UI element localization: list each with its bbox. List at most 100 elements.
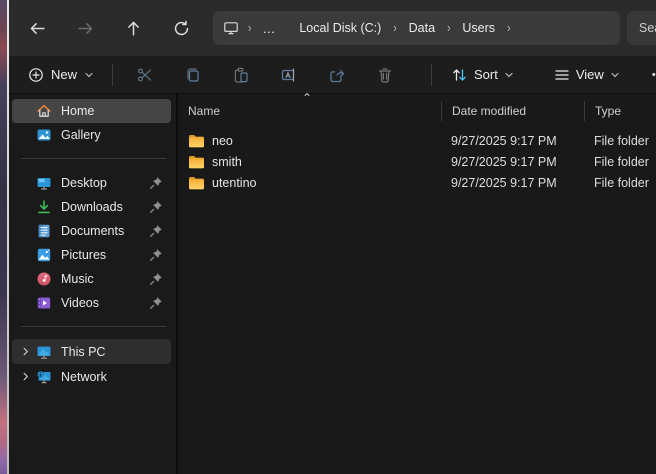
expand-chevron-icon[interactable]: [21, 347, 36, 356]
breadcrumb[interactable]: › … Local Disk (C:) › Data › Users ›: [213, 11, 620, 45]
documents-icon: [36, 223, 52, 239]
copy-button[interactable]: [175, 60, 211, 90]
view-button[interactable]: View: [545, 62, 629, 87]
this-pc-icon: [36, 344, 52, 360]
sidebar-item-documents[interactable]: Documents: [12, 219, 171, 243]
sort-ascending-indicator: ⌃: [302, 91, 312, 105]
downloads-icon: [36, 199, 52, 215]
paste-button[interactable]: [223, 60, 259, 90]
copy-icon: [184, 66, 202, 84]
file-list-pane: ⌃ Name Date modified Type neo 9/27/2025 …: [178, 94, 656, 474]
chevron-right-icon: ›: [498, 21, 519, 35]
music-icon: [36, 271, 52, 287]
sidebar-item-pictures[interactable]: Pictures: [12, 243, 171, 267]
desktop-icon: [36, 175, 52, 191]
search-box[interactable]: [627, 11, 656, 45]
breadcrumb-item-users[interactable]: Users: [459, 19, 498, 37]
view-button-label: View: [576, 67, 604, 82]
sort-button[interactable]: Sort: [442, 62, 523, 88]
folder-icon: [188, 176, 205, 190]
sidebar-item-label: Music: [61, 272, 149, 286]
back-button[interactable]: [20, 11, 54, 45]
file-date-modified: 9/27/2025 9:17 PM: [441, 176, 584, 190]
sidebar-item-downloads[interactable]: Downloads: [12, 195, 171, 219]
file-name: neo: [212, 134, 233, 148]
chevron-down-icon: [84, 70, 94, 80]
sidebar-item-label: Desktop: [61, 176, 149, 190]
more-ellipsis-icon: •••: [652, 69, 656, 81]
file-type: File folder: [584, 134, 656, 148]
rename-icon: [280, 66, 298, 84]
expand-chevron-icon[interactable]: [21, 372, 36, 381]
file-date-modified: 9/27/2025 9:17 PM: [441, 134, 584, 148]
breadcrumb-item-local-disk[interactable]: Local Disk (C:): [296, 19, 384, 37]
search-input[interactable]: [639, 21, 656, 35]
desktop-background-strip: [0, 0, 7, 474]
pin-icon: [149, 272, 163, 286]
chevron-down-icon: [610, 70, 620, 80]
sidebar-item-videos[interactable]: Videos: [12, 291, 171, 315]
file-row-utentino[interactable]: utentino 9/27/2025 9:17 PM File folder: [178, 172, 656, 193]
sidebar-item-label: This PC: [61, 345, 171, 359]
this-pc-monitor-icon[interactable]: [223, 20, 239, 36]
sidebar-item-label: Downloads: [61, 200, 149, 214]
sidebar-item-label: Gallery: [61, 128, 171, 142]
chevron-down-icon: [504, 70, 514, 80]
sidebar-item-network[interactable]: Network: [12, 364, 171, 389]
file-date-modified: 9/27/2025 9:17 PM: [441, 155, 584, 169]
new-button-label: New: [51, 67, 77, 82]
paste-icon: [232, 66, 250, 84]
column-headers: ⌃ Name Date modified Type: [178, 96, 656, 126]
share-button[interactable]: [319, 60, 355, 90]
sidebar-item-desktop[interactable]: Desktop: [12, 171, 171, 195]
breadcrumb-ellipsis[interactable]: …: [260, 21, 278, 36]
plus-circle-icon: [28, 67, 44, 83]
sidebar-item-music[interactable]: Music: [12, 267, 171, 291]
up-button[interactable]: [116, 11, 150, 45]
pin-icon: [149, 248, 163, 262]
sidebar-item-gallery[interactable]: Gallery: [12, 123, 171, 147]
folder-icon: [188, 134, 205, 148]
gallery-icon: [36, 127, 52, 143]
delete-button[interactable]: [367, 60, 403, 90]
refresh-icon: [173, 20, 190, 37]
sidebar-divider: [21, 326, 166, 327]
sidebar-item-this-pc[interactable]: This PC: [12, 339, 171, 364]
address-bar: › … Local Disk (C:) › Data › Users ›: [9, 0, 656, 56]
file-row-smith[interactable]: smith 9/27/2025 9:17 PM File folder: [178, 151, 656, 172]
forward-arrow-icon: [77, 20, 94, 37]
sort-arrows-icon: [451, 67, 468, 83]
new-button[interactable]: New: [18, 61, 104, 89]
sidebar-item-label: Pictures: [61, 248, 149, 262]
file-explorer-window: › … Local Disk (C:) › Data › Users › New: [9, 0, 656, 474]
cut-button[interactable]: [127, 60, 163, 90]
share-icon: [328, 66, 346, 84]
refresh-button[interactable]: [164, 11, 198, 45]
column-header-name[interactable]: Name: [178, 104, 441, 118]
file-name: smith: [212, 155, 242, 169]
forward-button[interactable]: [68, 11, 102, 45]
column-header-type[interactable]: Type: [585, 104, 656, 118]
window-body: Home Gallery Desktop: [9, 94, 656, 474]
sidebar-item-label: Videos: [61, 296, 149, 310]
sort-button-label: Sort: [474, 67, 498, 82]
sidebar-item-label: Network: [61, 370, 171, 384]
folder-icon: [188, 155, 205, 169]
sidebar-divider: [21, 158, 166, 159]
pin-icon: [149, 224, 163, 238]
toolbar-separator: [431, 64, 432, 86]
network-icon: [36, 369, 52, 385]
navigation-pane: Home Gallery Desktop: [9, 94, 176, 474]
view-list-icon: [554, 68, 570, 82]
rename-button[interactable]: [271, 60, 307, 90]
videos-icon: [36, 295, 52, 311]
file-row-neo[interactable]: neo 9/27/2025 9:17 PM File folder: [178, 130, 656, 151]
pin-icon: [149, 296, 163, 310]
see-more-button[interactable]: •••: [643, 64, 656, 86]
column-header-date-modified[interactable]: Date modified: [442, 104, 584, 118]
up-arrow-icon: [125, 20, 142, 37]
breadcrumb-item-data[interactable]: Data: [406, 19, 438, 37]
pin-icon: [149, 176, 163, 190]
sidebar-item-home[interactable]: Home: [12, 99, 171, 123]
back-arrow-icon: [29, 20, 46, 37]
